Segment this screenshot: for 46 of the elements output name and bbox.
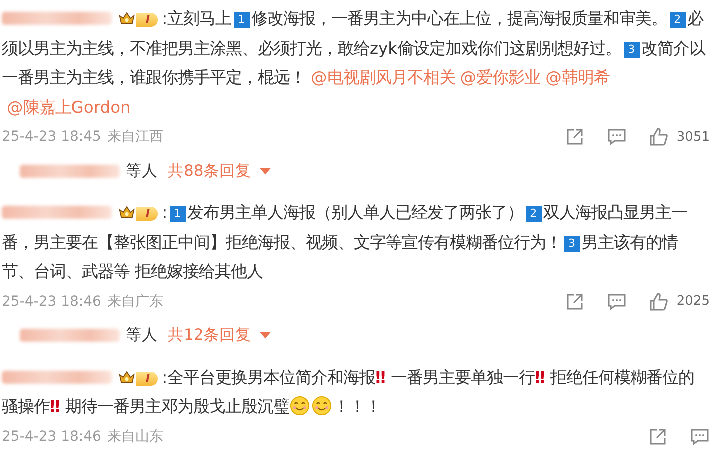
number-tag: 1 [234,12,250,28]
share-icon[interactable] [564,292,585,312]
share-icon[interactable] [564,127,585,147]
smile-icon [290,396,310,416]
level-badge: I [136,372,158,386]
caret-icon[interactable] [260,168,271,174]
share-icon[interactable] [648,426,668,446]
caret-icon[interactable] [260,332,271,339]
comment-icon[interactable] [690,426,710,446]
number-tag: 3 [564,236,580,252]
comment-time: 25-4-23 18:46 [2,294,102,310]
number-tag: 2 [526,206,542,222]
alert-mark: ‼ [50,397,60,416]
mention-link[interactable]: @陳嘉上Gordon [7,98,131,116]
comment-time: 25-4-23 18:45 [2,129,102,145]
comment-icon[interactable] [606,292,627,312]
alert-mark: ‼ [376,368,386,386]
mention-link[interactable]: @电视剧风月不相关 [311,68,456,87]
level-badge: I [136,13,158,27]
alert-mark: ‼ [535,368,546,386]
like-icon[interactable] [648,292,669,312]
number-tag: 3 [624,42,640,58]
mention-link[interactable]: @韩明希 [546,68,610,87]
comment-time: 25-4-23 18:46 [2,428,102,444]
smile-icon [312,396,332,416]
like-count: 2025 [676,294,710,309]
level-badge: I [136,207,158,221]
replier-text: 等人 [126,325,158,346]
comment-location: 来自江西 [107,128,164,146]
number-tag: 1 [170,206,186,222]
crown-icon [118,205,136,220]
comment-text: I : 1 发布男主单人海报（别人单人已经发了两张了） 2 双人海报凸显男主一番，男主要在【整张图正中间】拒绝海报、视频、文字等宣传有模糊番位行为！ 3 男主该有的情节、台词、武器等 拒绝嫁接给其他人 [2,202,689,283]
comment-icon[interactable] [606,127,627,147]
like-count: 3051 [676,130,710,144]
like-icon[interactable] [648,127,669,147]
comment-location: 来自广东 [107,292,164,310]
comment-text: I :立刻马上 1 修改海报，一番男主为中心在上位，提高海报质量和审美。 2 必须以男主为主线，不准把男主涂黑、必须打光，敢给zyk偷设定加戏你们这剧别想好过。 3 改简介以一番男主为主线，谁跟你携手平定，棍远！ @电视剧风月不相关 @爱你影业 @韩明希 @陳嘉上Gordon [2,8,706,118]
comment-text: I :全平台更换男本位简介和海报‼ 一番男主要单独一行‼ 拒绝任何模糊番位的骚操作‼ 期待一番男主邓为殷戈止殷沉璧 ！！！ [2,366,696,418]
crown-icon [118,370,136,384]
replies-link[interactable]: 共12条回复 [168,325,252,346]
comment-location: 来自山东 [107,428,164,446]
crown-icon [118,11,136,26]
number-tag: 2 [670,12,686,28]
replies-link[interactable]: 共88条回复 [168,160,252,182]
replier-text: 等人 [126,160,158,182]
mention-link[interactable]: @爱你影业 [460,68,541,87]
